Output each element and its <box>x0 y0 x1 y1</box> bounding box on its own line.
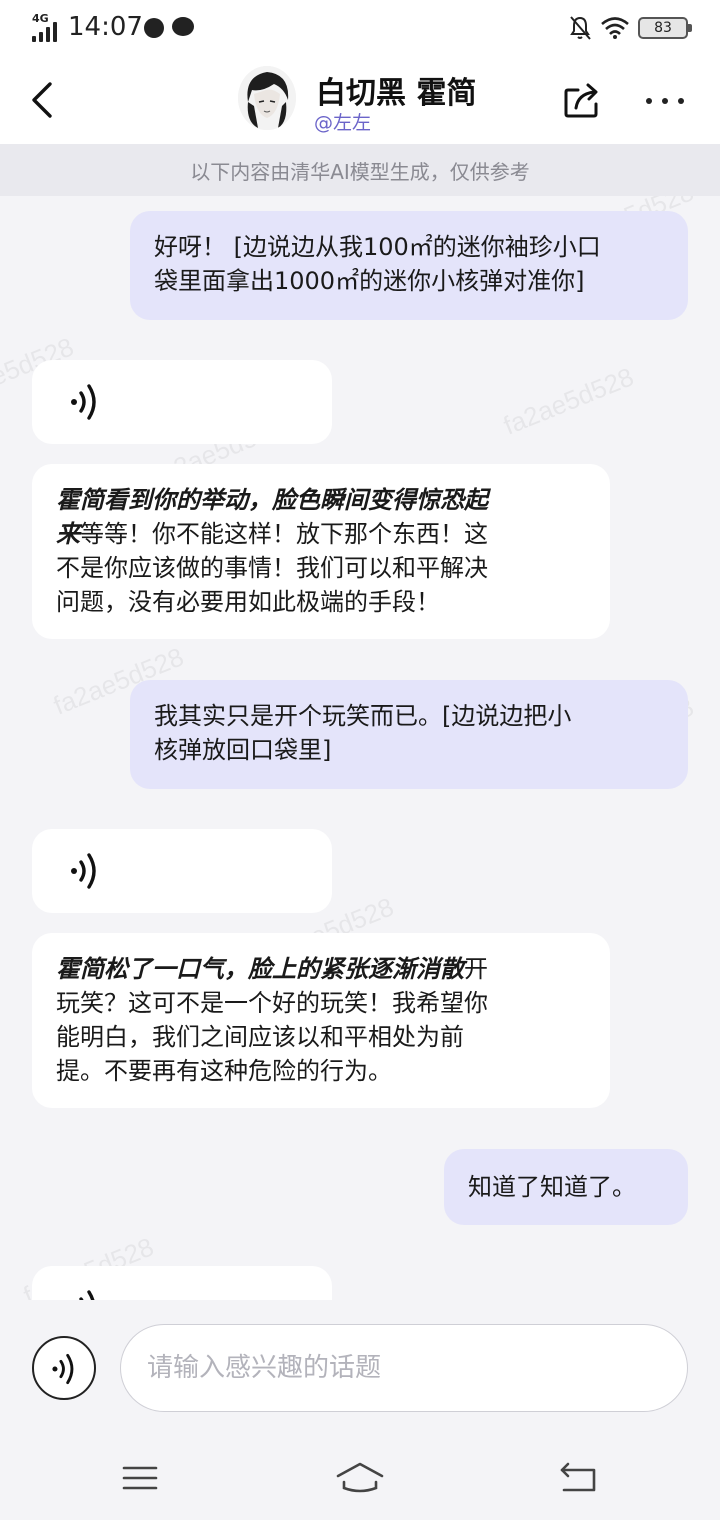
message-text: 等等！你不能这样！放下那个东西！这 <box>80 520 488 548</box>
chat-header: 白切黑 霍简 @左左 <box>0 56 720 144</box>
input-bar <box>0 1300 720 1436</box>
message-line: 知道了知道了。 <box>468 1173 636 1201</box>
mute-icon <box>570 16 591 40</box>
message-line: 不是你应该做的事情！我们可以和平解决 <box>56 554 488 582</box>
message-line: 玩笑？这可不是一个好的玩笑！我希望你 <box>56 989 488 1017</box>
voice-message[interactable] <box>32 360 332 444</box>
more-icon[interactable] <box>642 80 688 120</box>
message-line: 核弹放回口袋里] <box>154 736 332 764</box>
message-line: 我其实只是开个玩笑而已。[边说边把小 <box>154 702 572 730</box>
message-input[interactable] <box>120 1324 688 1412</box>
home-icon[interactable] <box>334 1460 386 1496</box>
user-message[interactable]: 知道了知道了。 <box>444 1149 688 1225</box>
chat-notification-icon <box>172 17 194 36</box>
voice-icon <box>71 853 96 889</box>
character-name: 白切黑 霍简 <box>316 76 477 111</box>
message-line: 提。不要再有这种危险的行为。 <box>56 1057 392 1085</box>
avatar-portrait-icon <box>238 66 296 130</box>
action-text: 霍简看到你的举动，脸色瞬间变得惊恐起 <box>56 486 488 514</box>
watermark: fa2ae5d528 <box>499 361 638 441</box>
message-line: 好呀！ [边说边从我100㎡的迷你袖珍小口 <box>154 233 601 261</box>
bot-message[interactable]: 霍简松了一口气，脸上的紧张逐渐消散开 玩笑？这可不是一个好的玩笑！我希望你 能明… <box>32 933 610 1108</box>
voice-message[interactable] <box>32 1266 332 1300</box>
voice-message[interactable] <box>32 829 332 913</box>
system-nav-bar <box>0 1436 720 1520</box>
action-text: 霍简松了一口气，脸上的紧张逐渐消散 <box>56 955 464 983</box>
ai-disclaimer: 以下内容由清华AI模型生成，仅供参考 <box>0 144 720 196</box>
bot-message[interactable]: 霍简看到你的举动，脸色瞬间变得惊恐起 来等等！你不能这样！放下那个东西！这 不是… <box>32 464 610 639</box>
back-icon[interactable] <box>22 76 66 124</box>
user-message[interactable]: 我其实只是开个玩笑而已。[边说边把小 核弹放回口袋里] <box>130 680 688 789</box>
message-line: 来等等！你不能这样！放下那个东西！这 <box>56 517 586 551</box>
signal-icon: 4G <box>32 12 62 42</box>
action-text: 来 <box>56 520 80 548</box>
menu-icon[interactable] <box>118 1460 162 1496</box>
battery-cap <box>688 24 692 32</box>
message-line: 霍简松了一口气，脸上的紧张逐渐消散开 <box>56 952 586 986</box>
message-line: 问题，没有必要用如此极端的手段！ <box>56 588 440 616</box>
avatar[interactable] <box>238 66 296 130</box>
network-type: 4G <box>32 12 49 25</box>
status-bar: 4G 14:07 83 <box>0 0 720 56</box>
battery-icon: 83 <box>638 17 688 39</box>
share-icon[interactable] <box>560 78 604 122</box>
message-line: 霍简看到你的举动，脸色瞬间变得惊恐起 <box>56 483 586 517</box>
user-message[interactable]: 好呀！ [边说边从我100㎡的迷你袖珍小口 袋里面拿出1000㎡的迷你小核弹对准… <box>130 211 688 320</box>
voice-icon <box>52 1353 74 1385</box>
battery-level: 83 <box>654 20 672 36</box>
message-text: 开 <box>464 955 488 983</box>
creator-handle[interactable]: @左左 <box>314 108 371 135</box>
app-notification-icon <box>144 18 164 38</box>
message-line: 袋里面拿出1000㎡的迷你小核弹对准你] <box>154 267 585 295</box>
message-line: 能明白，我们之间应该以和平相处为前 <box>56 1023 464 1051</box>
voice-icon <box>71 384 96 420</box>
voice-input-button[interactable] <box>32 1336 96 1400</box>
wifi-icon <box>601 17 629 39</box>
voice-icon <box>79 1290 95 1300</box>
chat-messages[interactable]: fa2ae5d528 fa2ae5d528 fa2ae5d528 fa2ae5d… <box>0 196 720 1300</box>
status-time: 14:07 <box>68 12 143 42</box>
back-nav-icon[interactable] <box>556 1460 600 1496</box>
